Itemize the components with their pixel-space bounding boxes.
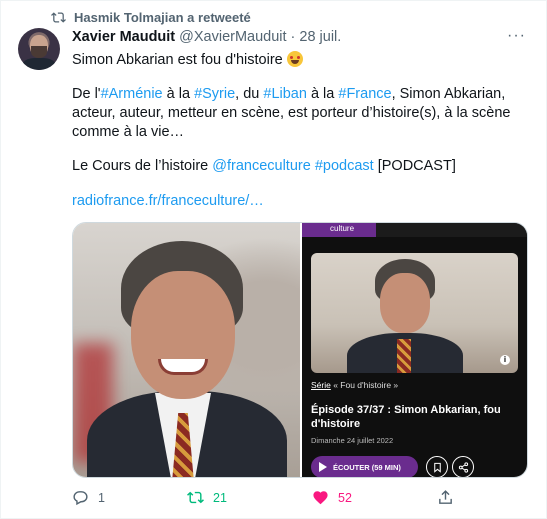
- listen-button: ÉCOUTER (59 MIN): [311, 456, 418, 477]
- hashtag-france[interactable]: #France: [338, 86, 391, 102]
- photo-app-screenshot[interactable]: culture i Série « Fou d'histoire » Épiso…: [300, 223, 527, 477]
- retweet-count: 21: [213, 490, 227, 505]
- article-link[interactable]: radiofrance.fr/franceculture/…: [72, 193, 264, 209]
- mention-franceculture[interactable]: @franceculture: [212, 158, 311, 174]
- photo-portrait[interactable]: [73, 223, 300, 477]
- tweet-header: Xavier Mauduit @XavierMauduit · 28 juil.…: [72, 27, 526, 45]
- app-brand: culture: [302, 223, 376, 237]
- episode-image: i: [311, 253, 518, 373]
- retweet-icon: [187, 491, 204, 504]
- text-span: Le Cours de l’histoire: [72, 158, 213, 174]
- tweet-text-paragraph2: De l'#Arménie à la #Syrie, du #Liban à l…: [72, 85, 532, 142]
- more-options-icon[interactable]: ···: [507, 27, 526, 45]
- star-struck-emoji-icon: [286, 51, 303, 67]
- hashtag-armenie[interactable]: #Arménie: [101, 86, 163, 102]
- info-icon: i: [500, 355, 510, 365]
- app-brand-label: culture: [330, 224, 355, 233]
- heart-icon: [313, 491, 328, 505]
- text-span: [PODCAST]: [373, 158, 456, 174]
- text-span: De l': [72, 86, 101, 102]
- retweet-button[interactable]: 21: [187, 489, 227, 506]
- hashtag-syrie[interactable]: #Syrie: [194, 86, 235, 102]
- hashtag-podcast[interactable]: #podcast: [315, 158, 374, 174]
- tweet-link-line: radiofrance.fr/franceculture/…: [72, 192, 532, 211]
- reply-button[interactable]: 1: [72, 489, 105, 506]
- like-count: 52: [338, 490, 352, 505]
- hashtag-liban[interactable]: #Liban: [263, 86, 307, 102]
- reply-icon: [73, 491, 88, 506]
- bookmark-icon: [426, 456, 448, 477]
- share-icon: [439, 490, 452, 504]
- serie-name: Fou d'histoire: [340, 380, 392, 390]
- avatar[interactable]: [18, 28, 60, 70]
- share-button[interactable]: [437, 489, 454, 506]
- text-span: à la: [306, 86, 339, 102]
- retweet-label[interactable]: Hasmik Tolmajian a retweeté: [74, 10, 251, 25]
- tweet-date[interactable]: 28 juil.: [299, 29, 341, 45]
- retweet-icon: [51, 12, 66, 23]
- header-separator: ·: [290, 29, 296, 45]
- like-button[interactable]: 52: [312, 489, 352, 506]
- text-span: , du: [235, 86, 264, 102]
- reply-count: 1: [98, 490, 105, 505]
- author-name[interactable]: Xavier Mauduit: [72, 29, 175, 45]
- text-span: »: [391, 380, 399, 390]
- text-span: à la: [162, 86, 195, 102]
- tweet-actions: 1 21 52: [72, 489, 472, 509]
- tweet[interactable]: Hasmik Tolmajian a retweeté Xavier Maudu…: [0, 0, 547, 519]
- retweet-context: Hasmik Tolmajian a retweeté: [51, 10, 251, 25]
- episode-date: Dimanche 24 juillet 2022: [311, 436, 394, 445]
- tweet-text-paragraph3: Le Cours de l’histoire @franceculture #p…: [72, 157, 532, 176]
- media-grid[interactable]: culture i Série « Fou d'histoire » Épiso…: [72, 222, 528, 478]
- listen-label: ÉCOUTER (59 MIN): [333, 462, 401, 472]
- app-topbar: culture: [302, 223, 527, 237]
- share-icon: [452, 456, 474, 477]
- text-span: «: [330, 380, 341, 390]
- tweet-text-line1: Simon Abkarian est fou d'histoire: [72, 51, 532, 70]
- tweet-headline: Simon Abkarian est fou d'histoire: [72, 52, 283, 68]
- serie-breadcrumb: Série « Fou d'histoire »: [311, 380, 398, 390]
- serie-label: Série: [311, 380, 331, 390]
- author-handle[interactable]: @XavierMauduit: [179, 29, 286, 45]
- play-icon: [319, 462, 327, 472]
- episode-title: Épisode 37/37 : Simon Abkarian, fou d'hi…: [311, 404, 501, 430]
